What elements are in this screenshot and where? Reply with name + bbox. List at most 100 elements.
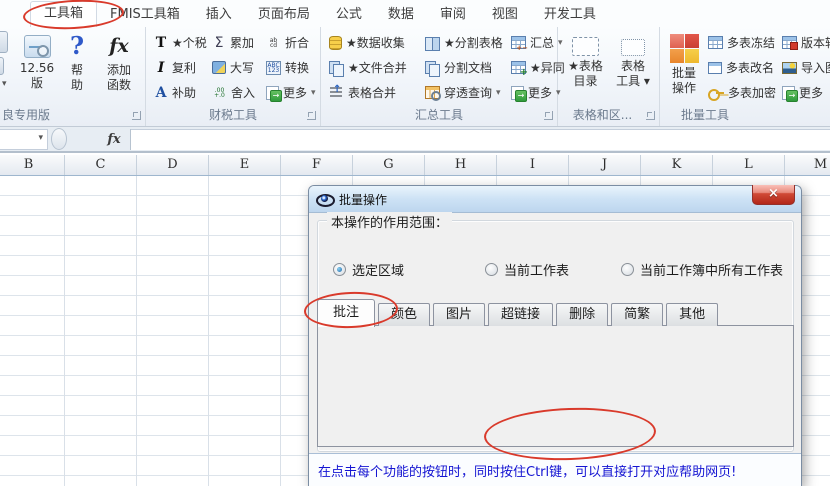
dashed-table-icon bbox=[572, 37, 599, 56]
tax-more-button[interactable]: 更多 bbox=[264, 81, 318, 104]
subsidy-button[interactable]: A补助 bbox=[152, 81, 198, 104]
dialog-title-bar[interactable]: 批量操作 bbox=[309, 186, 801, 213]
color-quad-icon bbox=[670, 34, 699, 63]
ribbon-tab-review[interactable]: 审阅 bbox=[427, 3, 479, 27]
multi-sheet-freeze-button[interactable]: 多表冻结 bbox=[706, 31, 777, 54]
abcd-convert-icon: ab cd bbox=[266, 38, 281, 48]
import-picture-button[interactable]: 导入图片 bbox=[780, 56, 830, 79]
insert-function-button[interactable]: fx bbox=[100, 129, 128, 150]
personal-tax-button[interactable]: T★个税 bbox=[152, 31, 209, 54]
ribbon-tab-data[interactable]: 数据 bbox=[375, 3, 427, 27]
dialog-tab-other[interactable]: 其他 bbox=[666, 303, 718, 326]
dialog-title: 批量操作 bbox=[339, 191, 387, 208]
batch-more-button[interactable]: 更多 bbox=[780, 81, 825, 104]
column-header[interactable]: H bbox=[425, 155, 497, 175]
batch-operations-button[interactable]: 批量 操作 bbox=[664, 30, 704, 108]
dialog-tab-hyperlink[interactable]: 超链接 bbox=[488, 303, 553, 326]
letter-A-icon: A bbox=[154, 85, 168, 101]
merge-tables-button[interactable]: 表格合并 bbox=[327, 81, 398, 104]
ribbon-group-tax: T★个税 Σ累加 ab cd折合 I复利 大写 ABC 123转换 A补助 .0… bbox=[146, 27, 321, 126]
uppercase-icon bbox=[212, 61, 226, 74]
dialog-tab-color[interactable]: 颜色 bbox=[378, 303, 430, 326]
table-catalog-button[interactable]: ★表格 目录 bbox=[563, 30, 608, 108]
radio-selected-range[interactable]: 选定区域 bbox=[333, 260, 404, 279]
dialog-launcher-icon[interactable] bbox=[544, 111, 553, 120]
name-box[interactable]: ▾ bbox=[0, 129, 48, 150]
dialog-tab-picture[interactable]: 图片 bbox=[433, 303, 485, 326]
column-header[interactable]: I bbox=[497, 155, 569, 175]
fx-function-icon: fx bbox=[109, 32, 129, 60]
convert-currency-button[interactable]: ab cd折合 bbox=[264, 31, 311, 54]
dialog-tab-comment[interactable]: 批注 bbox=[317, 299, 375, 327]
add-function-button[interactable]: fx 添加 函数 bbox=[98, 30, 140, 108]
accumulate-button[interactable]: Σ累加 bbox=[210, 31, 256, 54]
radio-icon bbox=[621, 263, 634, 276]
picture-icon bbox=[782, 62, 797, 74]
radio-icon bbox=[485, 263, 498, 276]
uppercase-button[interactable]: 大写 bbox=[210, 56, 256, 79]
ribbon-tab-toolbox[interactable]: 工具箱 bbox=[30, 1, 97, 27]
version-convert-button[interactable]: 版本转换 bbox=[780, 31, 830, 54]
help-question-icon: ? bbox=[70, 32, 84, 60]
column-header[interactable]: K bbox=[641, 155, 713, 175]
dialog-tab-panel bbox=[317, 325, 794, 447]
radio-all-sheets[interactable]: 当前工作簿中所有工作表 bbox=[621, 260, 783, 279]
radio-current-sheet[interactable]: 当前工作表 bbox=[485, 260, 569, 279]
column-header[interactable]: D bbox=[137, 155, 209, 175]
merge-up-icon bbox=[329, 86, 344, 99]
diff-grid-icon bbox=[511, 61, 526, 74]
data-collect-button[interactable]: ★数据收集 bbox=[327, 31, 407, 54]
help-button[interactable]: ? 帮 助 bbox=[60, 30, 94, 108]
dialog-tab-simplified-traditional[interactable]: 简繁 bbox=[611, 303, 663, 326]
eye-icon bbox=[316, 192, 333, 206]
dialog-launcher-icon[interactable] bbox=[132, 111, 141, 120]
split-table-button[interactable]: ★分割表格 bbox=[423, 31, 505, 54]
ribbon: ▾ 12.56 版 ? 帮 助 fx 添加 函数 良专用版 T★个税 Σ累加 a… bbox=[0, 27, 830, 127]
column-header[interactable]: L bbox=[713, 155, 785, 175]
ribbon-tab-page-layout[interactable]: 页面布局 bbox=[245, 3, 323, 27]
more-page-arrow-icon bbox=[266, 86, 279, 100]
ribbon-tab-fmis-toolbox[interactable]: FMIS工具箱 bbox=[97, 3, 193, 27]
name-box-dropdown-icon[interactable]: ▾ bbox=[38, 133, 43, 143]
ribbon-tab-developer[interactable]: 开发工具 bbox=[531, 3, 609, 27]
multi-sheet-rename-button[interactable]: 多表改名 bbox=[706, 56, 776, 79]
column-header[interactable]: C bbox=[65, 155, 137, 175]
dialog-launcher-icon[interactable] bbox=[307, 111, 316, 120]
rounding-button[interactable]: .00 +.0舍入 bbox=[210, 81, 257, 104]
ribbon-group-exclusive: ▾ 12.56 版 ? 帮 助 fx 添加 函数 良专用版 bbox=[0, 27, 146, 126]
summarize-button[interactable]: 汇总 bbox=[509, 31, 565, 54]
column-header[interactable]: F bbox=[281, 155, 353, 175]
clipped-icon bbox=[0, 31, 8, 53]
column-header[interactable]: G bbox=[353, 155, 425, 175]
version-button[interactable]: 12.56 版 bbox=[16, 30, 58, 108]
close-button[interactable]: × bbox=[752, 185, 795, 205]
abc123-icon: ABC 123 bbox=[266, 61, 281, 75]
ribbon-tab-insert[interactable]: 插入 bbox=[193, 3, 245, 27]
column-header[interactable]: J bbox=[569, 155, 641, 175]
dialog-launcher-icon[interactable] bbox=[646, 111, 655, 120]
compound-interest-button[interactable]: I复利 bbox=[152, 56, 198, 79]
column-header[interactable]: M bbox=[785, 155, 830, 175]
column-header-row: B C D E F G H I J K L M bbox=[0, 155, 830, 176]
split-table-icon bbox=[425, 36, 440, 50]
summary-more-button[interactable]: 更多 bbox=[509, 81, 563, 104]
split-document-button[interactable]: 分割文档 bbox=[423, 56, 494, 79]
formula-input[interactable] bbox=[131, 129, 830, 150]
transform-button[interactable]: ABC 123转换 bbox=[264, 56, 311, 79]
formula-bar-separator bbox=[51, 128, 67, 150]
multi-sheet-encrypt-button[interactable]: 多表加密 bbox=[706, 81, 778, 104]
column-header[interactable]: B bbox=[0, 155, 65, 175]
drill-query-button[interactable]: 穿透查询 bbox=[423, 81, 503, 104]
table-tools-button[interactable]: 表格 工具 ▾ bbox=[612, 30, 654, 108]
merge-files-button[interactable]: ★文件合并 bbox=[327, 56, 409, 79]
dialog-tab-delete[interactable]: 删除 bbox=[556, 303, 608, 326]
column-header[interactable]: E bbox=[209, 155, 281, 175]
version-monitor-icon bbox=[24, 35, 51, 58]
version-convert-icon bbox=[782, 36, 797, 49]
split-document-icon bbox=[425, 61, 440, 75]
window-icon bbox=[708, 62, 722, 74]
ribbon-tab-view[interactable]: 视图 bbox=[479, 3, 531, 27]
group-label-tables: 表格和区... bbox=[560, 108, 645, 123]
ribbon-group-batch: 批量 操作 多表冻结 多表改名 多表加密 版本转换 导入图片 更多 批量工具 bbox=[660, 27, 830, 126]
ribbon-tab-formulas[interactable]: 公式 bbox=[323, 3, 375, 27]
